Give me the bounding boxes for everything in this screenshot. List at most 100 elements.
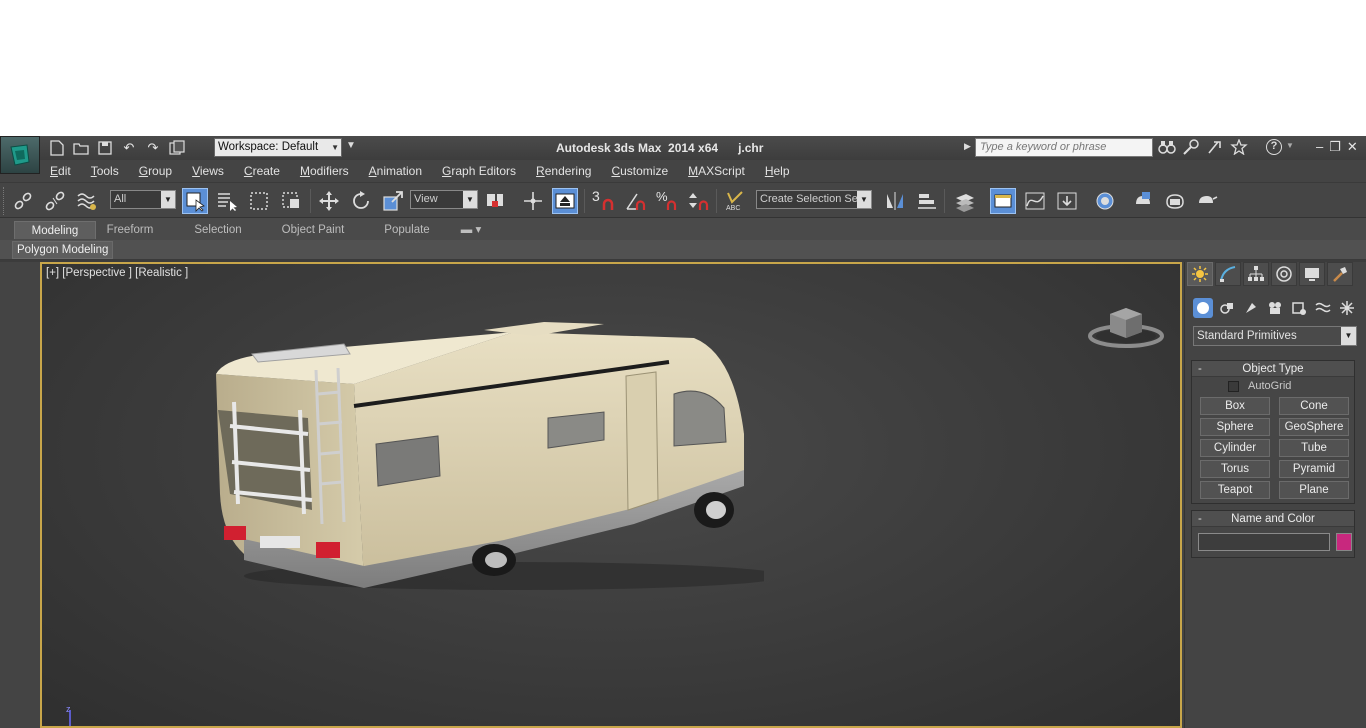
open-folder-icon[interactable] bbox=[72, 139, 90, 157]
rendered-frame-window-icon[interactable] bbox=[1162, 188, 1188, 214]
window-crossing-icon[interactable] bbox=[278, 188, 304, 214]
pivot-center-icon[interactable] bbox=[482, 188, 508, 214]
pyramid-button[interactable]: Pyramid bbox=[1279, 460, 1349, 478]
select-and-manipulate-icon[interactable] bbox=[520, 188, 546, 214]
space-warps-icon[interactable] bbox=[1313, 298, 1333, 318]
select-and-rotate-icon[interactable] bbox=[348, 188, 374, 214]
named-selection-sets-dropdown[interactable]: Create Selection Se ▼ bbox=[756, 190, 872, 209]
select-and-link-icon[interactable] bbox=[10, 188, 36, 214]
shapes-icon[interactable] bbox=[1217, 298, 1237, 318]
toolbar-grip[interactable] bbox=[3, 187, 6, 215]
workspace-menu-icon[interactable]: ▼ bbox=[346, 140, 356, 151]
menu-create[interactable]: Create bbox=[234, 164, 290, 178]
menu-rendering[interactable]: Rendering bbox=[526, 164, 601, 178]
cylinder-button[interactable]: Cylinder bbox=[1200, 439, 1270, 457]
layer-manager-icon[interactable] bbox=[952, 188, 978, 214]
render-production-icon[interactable] bbox=[1194, 188, 1220, 214]
box-button[interactable]: Box bbox=[1200, 397, 1270, 415]
selection-filter-dropdown[interactable]: All ▼ bbox=[110, 190, 176, 209]
plane-button[interactable]: Plane bbox=[1279, 481, 1349, 499]
collapse-icon[interactable]: - bbox=[1198, 511, 1202, 527]
motion-tab-icon[interactable] bbox=[1271, 262, 1297, 286]
communication-center-icon[interactable] bbox=[1206, 139, 1224, 155]
menu-tools[interactable]: Tools bbox=[81, 164, 129, 178]
select-and-move-icon[interactable] bbox=[316, 188, 342, 214]
perspective-viewport[interactable]: [+] [Perspective ] [Realistic ] z bbox=[40, 262, 1182, 728]
search-expand-icon[interactable]: ▶ bbox=[964, 141, 971, 152]
unlink-selection-icon[interactable] bbox=[42, 188, 68, 214]
autogrid-checkbox[interactable] bbox=[1228, 381, 1239, 392]
object-name-input[interactable] bbox=[1198, 533, 1330, 551]
object-color-swatch[interactable] bbox=[1336, 533, 1352, 551]
cone-button[interactable]: Cone bbox=[1279, 397, 1349, 415]
tab-populate[interactable]: Populate bbox=[378, 221, 436, 239]
keyboard-shortcut-override-icon[interactable] bbox=[552, 188, 578, 214]
tab-freeform[interactable]: Freeform bbox=[98, 221, 162, 239]
polygon-modeling-panel[interactable]: Polygon Modeling bbox=[12, 241, 114, 259]
reference-coordinate-dropdown[interactable]: View ▼ bbox=[410, 190, 478, 209]
schematic-view-icon[interactable] bbox=[1054, 188, 1080, 214]
lights-icon[interactable] bbox=[1241, 298, 1261, 318]
viewcube-icon[interactable] bbox=[1088, 300, 1164, 350]
ribbon-options-icon[interactable]: ▬ ▾ bbox=[456, 221, 486, 239]
edit-named-selection-icon[interactable]: ABC bbox=[722, 188, 748, 214]
menu-edit[interactable]: Edit bbox=[40, 164, 81, 178]
percent-snap-icon[interactable]: % bbox=[654, 188, 680, 214]
helpers-icon[interactable] bbox=[1289, 298, 1309, 318]
create-tab-icon[interactable] bbox=[1187, 262, 1213, 286]
torus-button[interactable]: Torus bbox=[1200, 460, 1270, 478]
angle-snap-icon[interactable] bbox=[622, 188, 648, 214]
render-setup-icon[interactable] bbox=[1130, 188, 1156, 214]
save-icon[interactable] bbox=[96, 139, 114, 157]
new-file-icon[interactable] bbox=[48, 139, 66, 157]
mirror-icon[interactable] bbox=[882, 188, 908, 214]
minimize-icon[interactable]: – bbox=[1316, 139, 1323, 155]
close-icon[interactable]: ✕ bbox=[1347, 139, 1358, 155]
teapot-button[interactable]: Teapot bbox=[1200, 481, 1270, 499]
menu-modifiers[interactable]: Modifiers bbox=[290, 164, 359, 178]
menu-maxscript[interactable]: MAXScript bbox=[678, 164, 755, 178]
menu-graph-editors[interactable]: Graph Editors bbox=[432, 164, 526, 178]
restore-icon[interactable]: ❐ bbox=[1329, 139, 1341, 155]
select-and-scale-icon[interactable] bbox=[380, 188, 406, 214]
subscription-key-icon[interactable] bbox=[1182, 139, 1200, 155]
name-and-color-header[interactable]: - Name and Color bbox=[1192, 511, 1354, 527]
tab-modeling[interactable]: Modeling bbox=[14, 221, 96, 239]
utilities-tab-icon[interactable] bbox=[1327, 262, 1353, 286]
modify-tab-icon[interactable] bbox=[1215, 262, 1241, 286]
viewport-label[interactable]: [+] [Perspective ] [Realistic ] bbox=[46, 267, 188, 279]
material-editor-icon[interactable] bbox=[1092, 188, 1118, 214]
curve-editor-icon[interactable] bbox=[1022, 188, 1048, 214]
favorites-star-icon[interactable] bbox=[1230, 139, 1248, 155]
rectangular-selection-region-icon[interactable] bbox=[246, 188, 272, 214]
redo-icon[interactable]: ↷ bbox=[144, 139, 162, 157]
workspace-dropdown[interactable]: Workspace: Default ▼ bbox=[214, 138, 342, 157]
geosphere-button[interactable]: GeoSphere bbox=[1279, 418, 1349, 436]
binoculars-icon[interactable] bbox=[1158, 139, 1176, 155]
menu-views[interactable]: Views bbox=[182, 164, 234, 178]
tab-selection[interactable]: Selection bbox=[186, 221, 250, 239]
tab-object-paint[interactable]: Object Paint bbox=[276, 221, 350, 239]
search-input[interactable]: Type a keyword or phrase bbox=[975, 138, 1153, 157]
menu-animation[interactable]: Animation bbox=[359, 164, 432, 178]
object-category-dropdown[interactable]: Standard Primitives ▼ bbox=[1193, 326, 1357, 346]
select-by-name-icon[interactable] bbox=[214, 188, 240, 214]
undo-icon[interactable]: ↶ bbox=[120, 139, 138, 157]
systems-icon[interactable] bbox=[1337, 298, 1357, 318]
geometry-icon[interactable] bbox=[1193, 298, 1213, 318]
bind-to-space-warp-icon[interactable] bbox=[74, 188, 100, 214]
display-tab-icon[interactable] bbox=[1299, 262, 1325, 286]
chevron-down-icon[interactable]: ▼ bbox=[1286, 141, 1294, 150]
sphere-button[interactable]: Sphere bbox=[1200, 418, 1270, 436]
select-object-icon[interactable] bbox=[182, 188, 208, 214]
cameras-icon[interactable] bbox=[1265, 298, 1285, 318]
menu-customize[interactable]: Customize bbox=[601, 164, 678, 178]
help-icon[interactable]: ? bbox=[1266, 139, 1282, 155]
scene-explorer-icon[interactable] bbox=[990, 188, 1016, 214]
menu-help[interactable]: Help bbox=[755, 164, 800, 178]
menu-group[interactable]: Group bbox=[129, 164, 182, 178]
align-icon[interactable] bbox=[914, 188, 940, 214]
snaps-toggle-icon[interactable]: 3 bbox=[590, 188, 616, 214]
collapse-icon[interactable]: - bbox=[1198, 361, 1202, 377]
spinner-snap-icon[interactable] bbox=[686, 188, 712, 214]
